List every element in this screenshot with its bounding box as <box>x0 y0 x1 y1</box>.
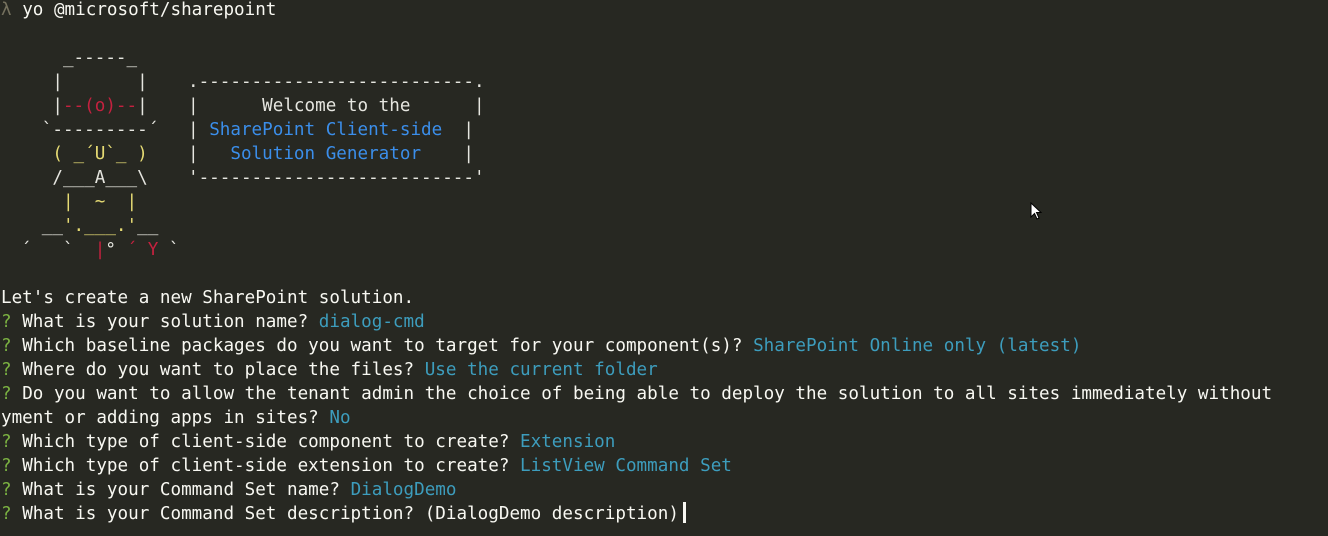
question-marker: ? <box>1 504 12 524</box>
question-row-continuation: yment or adding apps in sites? No <box>1 406 351 430</box>
answer-text: DialogDemo <box>350 480 457 500</box>
intro-text: Let's create a new SharePoint solution. <box>1 288 415 308</box>
question-row: ? Which type of client-side extension to… <box>1 454 732 478</box>
question-text: Which type of client-side extension to c… <box>22 456 510 476</box>
question-text: What is your Command Set name? <box>22 480 340 500</box>
question-marker: ? <box>1 312 12 332</box>
answer-text: Extension <box>520 432 616 452</box>
question-marker: ? <box>1 384 12 404</box>
answer-text: Use the current folder <box>424 360 658 380</box>
answer-text: dialog-cmd <box>318 312 425 332</box>
terminal-window[interactable]: λ yo @microsoft/sharepoint _-----_ | | |… <box>0 0 1328 536</box>
question-row-active[interactable]: ? What is your Command Set description? … <box>1 502 686 526</box>
question-row: ? What is your Command Set name? DialogD… <box>1 478 457 502</box>
question-row: ? Do you want to allow the tenant admin … <box>1 382 1272 406</box>
question-text: Where do you want to place the files? <box>22 360 415 380</box>
banner-title-line1: SharePoint Client-side <box>209 120 443 140</box>
question-row: ? Where do you want to place the files? … <box>1 358 658 382</box>
text-cursor[interactable] <box>682 502 686 523</box>
question-marker: ? <box>1 432 12 452</box>
question-row: ? Which baseline packages do you want to… <box>1 334 1081 358</box>
question-row: ? Which type of client-side component to… <box>1 430 615 454</box>
default-answer-hint: (DialogDemo description) <box>424 504 679 524</box>
banner-title-line2: Solution Generator <box>230 144 422 164</box>
question-marker: ? <box>1 336 12 356</box>
question-text: yment or adding apps in sites? <box>1 408 319 428</box>
prompt-symbol: λ <box>1 0 12 20</box>
question-text: Which baseline packages do you want to t… <box>22 336 743 356</box>
banner-welcome-text: Welcome to the <box>262 96 411 116</box>
answer-text: No <box>329 408 351 428</box>
question-text: Do you want to allow the tenant admin th… <box>22 384 1273 404</box>
answer-text: SharePoint Online only (latest) <box>753 336 1082 356</box>
question-text: Which type of client-side component to c… <box>22 432 510 452</box>
answer-text: ListView Command Set <box>520 456 732 476</box>
question-marker: ? <box>1 456 12 476</box>
question-row: ? What is your solution name? dialog-cmd <box>1 310 425 334</box>
question-text: What is your solution name? <box>22 312 309 332</box>
mouse-pointer-icon <box>1030 202 1043 220</box>
command-line: λ yo @microsoft/sharepoint <box>1 0 276 22</box>
command-text: yo @microsoft/sharepoint <box>22 0 277 20</box>
question-marker: ? <box>1 360 12 380</box>
question-text: What is your Command Set description? <box>22 504 415 524</box>
question-marker: ? <box>1 480 12 500</box>
